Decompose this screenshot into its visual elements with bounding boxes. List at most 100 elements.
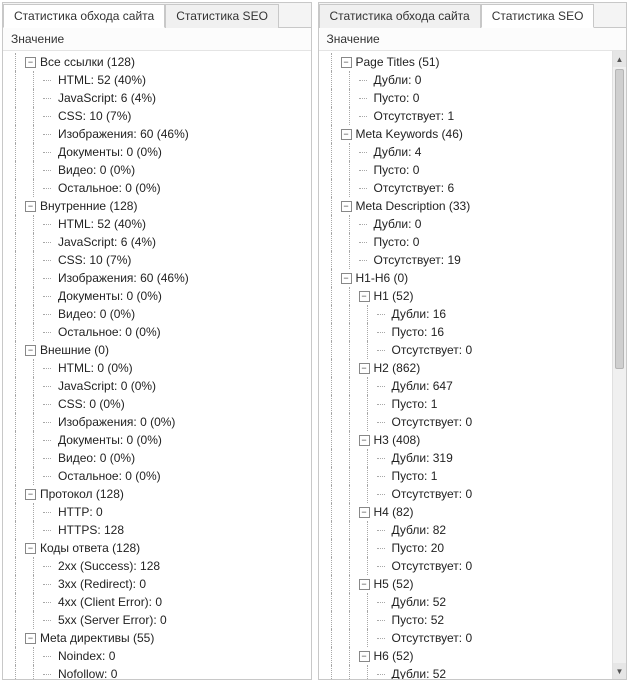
tree-row[interactable]: Пусто: 0 [323,233,611,251]
tree-row[interactable]: HTML: 52 (40%) [7,215,311,233]
scroll-down-icon[interactable]: ▼ [613,663,626,679]
tree-row[interactable]: CSS: 0 (0%) [7,395,311,413]
tree-row[interactable]: Изображения: 0 (0%) [7,413,311,431]
tree-row[interactable]: 2xx (Success): 128 [7,557,311,575]
expander-icon[interactable] [25,489,36,500]
scroll-thumb[interactable] [615,69,624,369]
tree-row[interactable]: Все ссылки (128) [7,53,311,71]
tree-row[interactable]: Отсутствует: 6 [323,179,611,197]
tree-row[interactable]: Дубли: 0 [323,215,611,233]
tree-row[interactable]: JavaScript: 0 (0%) [7,377,311,395]
tree-row[interactable]: Noindex: 0 [7,647,311,665]
expander-icon[interactable] [359,651,370,662]
tree-row[interactable]: CSS: 10 (7%) [7,107,311,125]
tree-row[interactable]: Meta Description (33) [323,197,611,215]
tree-row[interactable]: Изображения: 60 (46%) [7,269,311,287]
tree-row[interactable]: Пусто: 20 [323,539,611,557]
tree-item-label: Пусто: 0 [374,235,420,249]
tree-row[interactable]: Дубли: 319 [323,449,611,467]
scroll-up-icon[interactable]: ▲ [613,51,626,67]
tree-row[interactable]: Остальное: 0 (0%) [7,179,311,197]
expander-icon[interactable] [341,129,352,140]
tree-connector-icon [43,147,54,158]
expander-icon[interactable] [359,363,370,374]
tree-row[interactable]: Документы: 0 (0%) [7,431,311,449]
tree-row[interactable]: Пусто: 1 [323,467,611,485]
expander-icon[interactable] [341,201,352,212]
tree-row[interactable]: Пусто: 52 [323,611,611,629]
tree-row[interactable]: Видео: 0 (0%) [7,305,311,323]
tree-row[interactable]: Пусто: 1 [323,395,611,413]
tree-row[interactable]: Отсутствует: 19 [323,251,611,269]
tree-row[interactable]: 4xx (Client Error): 0 [7,593,311,611]
tree-seo-stats[interactable]: Page Titles (51)Дубли: 0Пусто: 0Отсутств… [319,51,627,679]
expander-icon[interactable] [25,543,36,554]
tree-row[interactable]: Внутренние (128) [7,197,311,215]
tree-row[interactable]: Отсутствует: 0 [323,485,611,503]
tree-row[interactable]: Пусто: 0 [323,161,611,179]
tree-row[interactable]: H1-H6 (0) [323,269,611,287]
tree-row[interactable]: Отсутствует: 0 [323,341,611,359]
tree-row[interactable]: Отсутствует: 0 [323,629,611,647]
tree-row[interactable]: Дубли: 647 [323,377,611,395]
tab-crawl-stats[interactable]: Статистика обхода сайта [3,4,165,28]
tree-row[interactable]: Протокол (128) [7,485,311,503]
tree-row[interactable]: Пусто: 0 [323,89,611,107]
tree-row[interactable]: Nofollow: 0 [7,665,311,679]
tree-row[interactable]: Остальное: 0 (0%) [7,323,311,341]
tree-row[interactable]: Отсутствует: 0 [323,557,611,575]
tree-row[interactable]: Пусто: 16 [323,323,611,341]
tree-row[interactable]: HTTPS: 128 [7,521,311,539]
tree-row[interactable]: H3 (408) [323,431,611,449]
tree-row[interactable]: Коды ответа (128) [7,539,311,557]
tree-row[interactable]: Дубли: 4 [323,143,611,161]
expander-icon[interactable] [359,579,370,590]
tree-row[interactable]: Видео: 0 (0%) [7,161,311,179]
tree-row[interactable]: Остальное: 0 (0%) [7,467,311,485]
tree-row[interactable]: Внешние (0) [7,341,311,359]
tree-row[interactable]: 3xx (Redirect): 0 [7,575,311,593]
expander-icon[interactable] [359,507,370,518]
tree-row[interactable]: Отсутствует: 1 [323,107,611,125]
tree-row[interactable]: Видео: 0 (0%) [7,449,311,467]
tab-seo-stats[interactable]: Статистика SEO [165,4,279,28]
tree-row[interactable]: JavaScript: 6 (4%) [7,89,311,107]
tree-row[interactable]: HTTP: 0 [7,503,311,521]
tree-row[interactable]: Дубли: 82 [323,521,611,539]
tree-row[interactable]: Изображения: 60 (46%) [7,125,311,143]
tree-row[interactable]: HTML: 52 (40%) [7,71,311,89]
tree-row[interactable]: H2 (862) [323,359,611,377]
expander-icon[interactable] [341,57,352,68]
tree-row[interactable]: Meta директивы (55) [7,629,311,647]
tree-row[interactable]: H1 (52) [323,287,611,305]
tree-row[interactable]: 5xx (Server Error): 0 [7,611,311,629]
tree-crawl-stats[interactable]: Все ссылки (128)HTML: 52 (40%)JavaScript… [3,51,311,679]
expander-icon[interactable] [359,435,370,446]
tree-row[interactable]: Meta Keywords (46) [323,125,611,143]
tree-row[interactable]: JavaScript: 6 (4%) [7,233,311,251]
expander-icon[interactable] [25,345,36,356]
tab-crawl-stats[interactable]: Статистика обхода сайта [319,4,481,28]
tree-row[interactable]: Page Titles (51) [323,53,611,71]
expander-icon[interactable] [25,57,36,68]
tree-row[interactable]: Дубли: 52 [323,593,611,611]
expander-icon[interactable] [341,273,352,284]
tree-row[interactable]: H4 (82) [323,503,611,521]
tree-row[interactable]: Отсутствует: 0 [323,413,611,431]
tree-row[interactable]: H5 (52) [323,575,611,593]
tree-row[interactable]: Дубли: 16 [323,305,611,323]
expander-icon[interactable] [25,201,36,212]
tree-row[interactable]: H6 (52) [323,647,611,665]
tree-row[interactable]: CSS: 10 (7%) [7,251,311,269]
tab-seo-stats[interactable]: Статистика SEO [481,4,595,28]
expander-icon[interactable] [25,633,36,644]
scrollbar[interactable]: ▲ ▼ [612,51,626,679]
tree-row[interactable]: Документы: 0 (0%) [7,287,311,305]
tree-connector-icon [377,471,388,482]
tree-row[interactable]: Документы: 0 (0%) [7,143,311,161]
expander-icon[interactable] [359,291,370,302]
tree-row[interactable]: HTML: 0 (0%) [7,359,311,377]
tree-row[interactable]: Дубли: 52 [323,665,611,679]
tree-row[interactable]: Дубли: 0 [323,71,611,89]
tree-item-label: Дубли: 0 [374,217,422,231]
